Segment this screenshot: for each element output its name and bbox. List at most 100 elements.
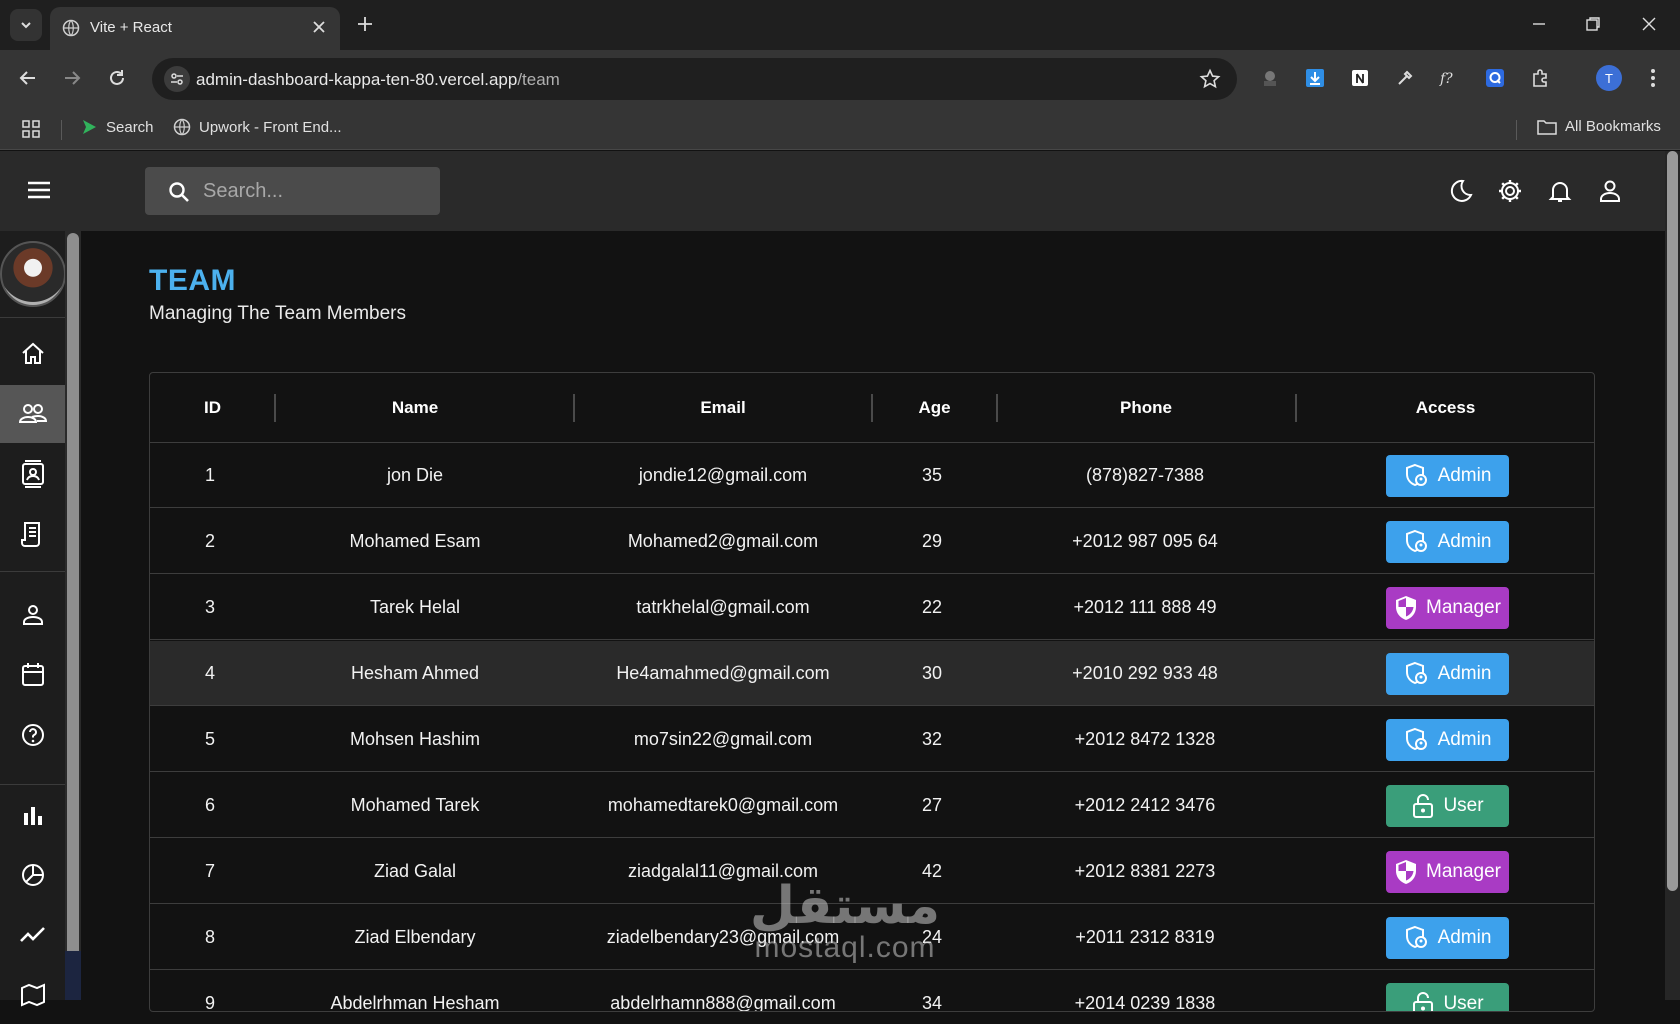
green-arrow-icon	[83, 120, 96, 134]
browser-toolbar: admin-dashboard-kappa-ten-80.vercel.app/…	[0, 50, 1680, 108]
tab-search-button[interactable]	[10, 9, 42, 41]
restore-icon[interactable]	[1584, 15, 1602, 33]
tune-icon	[171, 73, 183, 85]
column-header-access[interactable]: Access	[1296, 373, 1594, 443]
close-icon[interactable]	[312, 20, 326, 34]
team-icon	[18, 404, 47, 423]
reload-icon[interactable]	[106, 67, 128, 89]
table-row[interactable]: 4 Hesham Ahmed He4amahmed@gmail.com 30 +2010…	[150, 641, 1594, 706]
search-box	[145, 167, 440, 215]
sidebar-item-profile[interactable]	[0, 586, 65, 644]
sidebar-scrollbar-end	[65, 951, 81, 1000]
sidebar-item-pie-chart[interactable]	[0, 846, 65, 904]
access-label: User	[1443, 993, 1484, 1012]
access-label: Admin	[1437, 531, 1492, 552]
cell-id: 3	[204, 597, 215, 617]
bookmark-upwork[interactable]: Upwork - Front End...	[173, 118, 342, 136]
sidebar-scrollbar-thumb[interactable]	[67, 233, 79, 958]
site-info-button[interactable]	[164, 66, 190, 92]
map-icon	[20, 983, 45, 1007]
table-row[interactable]: 9 Abdelrhman Hesham abdelrhamn888@gmail.co…	[150, 971, 1594, 1012]
address-bar[interactable]: admin-dashboard-kappa-ten-80.vercel.app/…	[152, 58, 1237, 100]
back-arrow-icon[interactable]	[17, 67, 39, 89]
tab-title: Vite + React	[90, 19, 172, 36]
browser-menu-icon[interactable]	[1642, 67, 1664, 89]
gear-icon[interactable]	[1497, 178, 1523, 204]
access-badge-admin[interactable]: Admin	[1386, 719, 1509, 761]
sidebar-item-calendar[interactable]	[0, 646, 65, 704]
admin-shield-icon	[1405, 925, 1427, 949]
table-header: ID Name Email Age Phone Access	[150, 373, 1594, 443]
table-row[interactable]: 1 jon Die jondie12@gmail.com 35 (878)827-738…	[150, 443, 1594, 508]
browser-tab[interactable]: Vite + React	[50, 7, 340, 50]
sidebar-item-team[interactable]	[0, 385, 65, 443]
sidebar-item-line-chart[interactable]	[0, 906, 65, 964]
page-title: TEAM	[149, 264, 236, 297]
sidebar-item-contacts[interactable]	[0, 445, 65, 503]
sidebar-item-invoices[interactable]	[0, 505, 65, 563]
column-header-phone[interactable]: Phone	[997, 373, 1295, 443]
cell-id: 1	[204, 465, 215, 485]
cell-id: 7	[204, 861, 215, 881]
cell-age: 35	[921, 465, 943, 485]
cell-name: Mohamed Esam	[349, 531, 481, 551]
access-badge-user[interactable]: User	[1386, 785, 1509, 827]
new-tab-icon[interactable]	[356, 15, 374, 33]
column-header-name[interactable]: Name	[275, 373, 555, 443]
mostaql-watermark: مستقل mostaql.com	[730, 880, 960, 964]
column-header-age[interactable]: Age	[872, 373, 997, 443]
cell-name: Mohamed Tarek	[350, 795, 480, 815]
bookmark-label: Search	[106, 118, 154, 136]
url-host: admin-dashboard-kappa-ten-80.vercel.app	[196, 70, 518, 89]
cell-phone: +2012 2412 3476	[1074, 795, 1216, 815]
access-label: Admin	[1437, 465, 1492, 486]
bookmark-search[interactable]: Search	[80, 118, 154, 136]
bell-icon[interactable]	[1547, 178, 1573, 204]
sidebar-item-home[interactable]	[0, 325, 65, 383]
moon-icon[interactable]	[1447, 178, 1473, 204]
bookmark-star-icon[interactable]	[1199, 68, 1221, 90]
extension-font-icon[interactable]: f?	[1439, 67, 1461, 89]
table-row[interactable]: 5 Mohsen Hashim mo7sin22@gmail.com 32 +2012 …	[150, 707, 1594, 772]
cell-phone: +2012 987 095 64	[1072, 531, 1218, 551]
access-badge-admin[interactable]: Admin	[1386, 521, 1509, 563]
sidebar-item-help[interactable]	[0, 706, 65, 764]
extension-download-icon[interactable]	[1304, 67, 1326, 89]
forward-arrow-icon[interactable]	[61, 67, 83, 89]
extensions-puzzle-icon[interactable]	[1530, 67, 1552, 89]
cell-name: jon Die	[386, 465, 444, 485]
search-icon[interactable]	[167, 180, 191, 204]
access-badge-manager[interactable]: Manager	[1386, 587, 1509, 629]
column-header-email[interactable]: Email	[574, 373, 872, 443]
access-badge-user[interactable]: User	[1386, 983, 1509, 1012]
watermark-latin: mostaql.com	[754, 931, 936, 964]
access-badge-admin[interactable]: Admin	[1386, 917, 1509, 959]
svg-text:f?: f?	[1439, 71, 1453, 87]
table-row[interactable]: 6 Mohamed Tarek mohamedtarek0@gmail.com 27 +…	[150, 773, 1594, 838]
access-badge-manager[interactable]: Manager	[1386, 851, 1509, 893]
table-row[interactable]: 3 Tarek Helal tatrkhelal@gmail.com 22 +2012 …	[150, 575, 1594, 640]
all-bookmarks[interactable]: All Bookmarks	[1537, 118, 1661, 135]
page-scrollbar-thumb[interactable]	[1667, 151, 1678, 891]
table-row[interactable]: 2 Mohamed Esam Mohamed2@gmail.com 29 +2012 9…	[150, 509, 1594, 574]
column-header-id[interactable]: ID	[150, 373, 275, 443]
minimize-icon[interactable]	[1530, 15, 1548, 33]
extension-notion-icon[interactable]	[1349, 67, 1371, 89]
apps-grid-icon[interactable]	[22, 120, 40, 138]
person-icon[interactable]	[1597, 178, 1623, 204]
search-input[interactable]	[203, 167, 428, 215]
folder-icon	[1537, 119, 1557, 135]
sidebar-item-map[interactable]	[0, 966, 65, 1024]
sidebar-item-bar-chart[interactable]	[0, 786, 65, 844]
profile-avatar[interactable]: T	[1596, 65, 1622, 91]
cell-email: mohamedtarek0@gmail.com	[607, 795, 839, 815]
window-close-icon[interactable]	[1640, 15, 1658, 33]
hamburger-menu-icon[interactable]	[26, 179, 52, 201]
sidebar-divider	[0, 784, 65, 785]
access-badge-admin[interactable]: Admin	[1386, 455, 1509, 497]
extension-eyedropper-icon[interactable]	[1394, 67, 1416, 89]
extension-q-icon[interactable]	[1484, 67, 1506, 89]
access-badge-admin[interactable]: Admin	[1386, 653, 1509, 695]
user-avatar[interactable]	[0, 241, 66, 307]
extension-spy-icon[interactable]	[1259, 67, 1281, 89]
